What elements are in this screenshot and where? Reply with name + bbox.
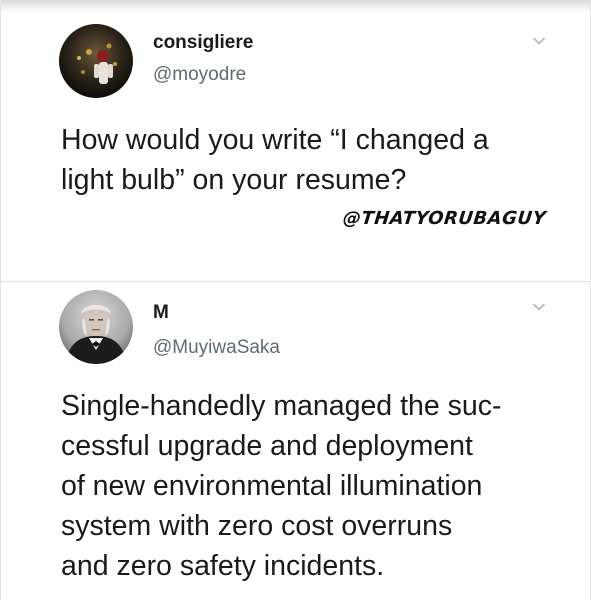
tweet-text: Single-handedly managed the suc- cessful…: [61, 386, 501, 586]
tweet-text: How would you write “I changed a light b…: [61, 120, 489, 200]
tweet-text-line: of new environmental illumination: [61, 470, 483, 502]
tweet-text-line: How would you write “I changed a: [61, 124, 489, 156]
user-handle[interactable]: @moyodre: [153, 64, 246, 86]
dark-figure-avatar-icon: [59, 24, 133, 98]
avatar[interactable]: [59, 24, 133, 98]
screenshot-page: consigliere @moyodre How would you write…: [0, 0, 591, 600]
tweet-card[interactable]: consigliere @moyodre How would you write…: [1, 20, 590, 282]
avatar[interactable]: [59, 290, 133, 364]
tweet-text-line: and zero safety incidents.: [61, 550, 385, 582]
user-handle[interactable]: @MuyiwaSaka: [153, 337, 280, 359]
tweet-text-line: system with zero cost overruns: [61, 510, 453, 542]
top-shadow: [1, 0, 590, 12]
display-name[interactable]: consigliere: [153, 32, 253, 54]
display-name[interactable]: M: [153, 302, 169, 324]
watermark: @THATYORUBAGUY: [341, 208, 548, 229]
chevron-down-icon[interactable]: [532, 300, 546, 314]
chevron-down-icon[interactable]: [532, 34, 546, 48]
tweet-text-line: light bulb” on your resume?: [61, 164, 407, 196]
tweet-card[interactable]: M @MuyiwaSaka Single-handedly managed th…: [1, 282, 590, 600]
tweet-text-line: Single-handedly managed the suc-: [61, 390, 502, 422]
portrait-avatar-icon: [59, 290, 133, 364]
tweet-text-line: cessful upgrade and deployment: [61, 430, 473, 462]
